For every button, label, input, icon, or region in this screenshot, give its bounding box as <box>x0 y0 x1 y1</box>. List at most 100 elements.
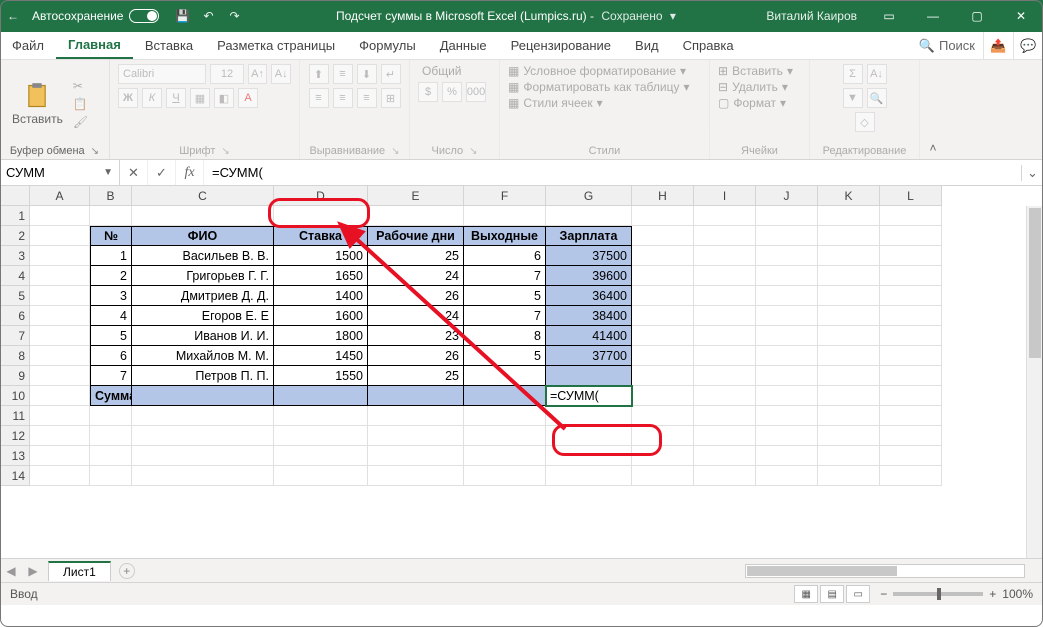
align-center-icon[interactable]: ≡ <box>333 88 353 108</box>
format-painter-button[interactable]: 🖌 <box>73 115 88 129</box>
collapse-ribbon-icon[interactable]: ˄ <box>920 60 946 159</box>
cell[interactable] <box>30 366 90 386</box>
cell[interactable]: 5 <box>464 346 546 366</box>
row-header[interactable]: 13 <box>0 446 30 466</box>
cell[interactable] <box>880 366 942 386</box>
cell[interactable]: Егоров Е. Е <box>132 306 274 326</box>
cell[interactable] <box>818 446 880 466</box>
cell[interactable] <box>464 206 546 226</box>
sheet-nav-next-icon[interactable]: ▶ <box>22 564 44 578</box>
cell[interactable] <box>632 226 694 246</box>
cell[interactable]: =СУММ( <box>546 386 632 406</box>
cell[interactable] <box>880 286 942 306</box>
cell[interactable] <box>274 206 368 226</box>
cell[interactable] <box>756 386 818 406</box>
autosum-icon[interactable]: Σ <box>843 64 863 84</box>
as-table-button[interactable]: Форматировать как таблицу <box>523 80 679 94</box>
paste-button[interactable]: Вставить <box>8 80 67 128</box>
cell[interactable]: 24 <box>368 306 464 326</box>
expand-formula-bar-icon[interactable]: ⌄ <box>1021 165 1043 181</box>
cell[interactable]: 37500 <box>546 246 632 266</box>
name-box[interactable]: СУММ ▼ <box>0 160 120 185</box>
cell[interactable] <box>756 286 818 306</box>
cell[interactable]: 1450 <box>274 346 368 366</box>
cell[interactable] <box>818 286 880 306</box>
cond-format-button[interactable]: Условное форматирование <box>523 64 676 78</box>
tab-review[interactable]: Рецензирование <box>499 32 623 59</box>
cell[interactable] <box>756 406 818 426</box>
cell[interactable] <box>546 206 632 226</box>
row-header[interactable]: 1 <box>0 206 30 226</box>
cell[interactable] <box>818 206 880 226</box>
horizontal-scrollbar[interactable] <box>745 564 1025 578</box>
cell[interactable] <box>632 466 694 486</box>
fill-icon[interactable]: ▼ <box>843 88 863 108</box>
tab-help[interactable]: Справка <box>671 32 746 59</box>
cell[interactable]: 36400 <box>546 286 632 306</box>
cell[interactable] <box>880 446 942 466</box>
redo-icon[interactable]: ↷ <box>223 9 245 23</box>
zoom-in-icon[interactable]: + <box>989 587 996 601</box>
share-button[interactable]: 📤 <box>983 32 1013 59</box>
cell[interactable] <box>274 426 368 446</box>
vertical-scrollbar[interactable] <box>1026 206 1043 558</box>
row-header[interactable]: 3 <box>0 246 30 266</box>
row-header[interactable]: 10 <box>0 386 30 406</box>
row-header[interactable]: 7 <box>0 326 30 346</box>
cell[interactable]: 5 <box>90 326 132 346</box>
cell[interactable]: 1 <box>90 246 132 266</box>
font-launcher-icon[interactable]: ↘ <box>221 146 229 157</box>
clear-icon[interactable]: ◇ <box>855 112 875 132</box>
cell[interactable] <box>632 346 694 366</box>
cell[interactable] <box>30 446 90 466</box>
cell[interactable] <box>880 226 942 246</box>
copy-button[interactable]: 📋 <box>73 97 88 111</box>
cell[interactable] <box>368 466 464 486</box>
col-header[interactable]: I <box>694 186 756 206</box>
cell[interactable] <box>632 306 694 326</box>
cell[interactable] <box>818 306 880 326</box>
cell[interactable] <box>880 246 942 266</box>
cell[interactable] <box>30 266 90 286</box>
cell[interactable]: Зарплата <box>546 226 632 246</box>
cell[interactable] <box>756 266 818 286</box>
bold-button[interactable]: Ж <box>118 88 138 108</box>
border-button[interactable]: ▦ <box>190 88 210 108</box>
cell[interactable] <box>368 406 464 426</box>
col-header[interactable]: B <box>90 186 132 206</box>
col-header[interactable]: K <box>818 186 880 206</box>
cell[interactable] <box>756 306 818 326</box>
italic-button[interactable]: К <box>142 88 162 108</box>
cell[interactable] <box>632 406 694 426</box>
align-launcher-icon[interactable]: ↘ <box>391 146 399 157</box>
align-bottom-icon[interactable]: ⬇ <box>357 64 377 84</box>
cell[interactable] <box>632 446 694 466</box>
cell[interactable]: 38400 <box>546 306 632 326</box>
cell[interactable] <box>756 246 818 266</box>
comments-button[interactable]: 💬 <box>1013 32 1043 59</box>
cell[interactable]: 7 <box>464 306 546 326</box>
cell[interactable]: 39600 <box>546 266 632 286</box>
cell[interactable] <box>546 366 632 386</box>
cell[interactable] <box>694 246 756 266</box>
confirm-formula-button[interactable]: ✓ <box>148 160 176 185</box>
cell[interactable] <box>756 466 818 486</box>
cell[interactable] <box>694 326 756 346</box>
cell[interactable] <box>132 386 274 406</box>
cell[interactable]: 3 <box>90 286 132 306</box>
underline-button[interactable]: Ч <box>166 88 186 108</box>
cell[interactable] <box>756 346 818 366</box>
cell[interactable] <box>368 446 464 466</box>
cell[interactable] <box>274 406 368 426</box>
align-left-icon[interactable]: ≡ <box>309 88 329 108</box>
cell[interactable]: 23 <box>368 326 464 346</box>
cell[interactable]: № <box>90 226 132 246</box>
cell[interactable]: Дмитриев Д. Д. <box>132 286 274 306</box>
cell[interactable] <box>818 246 880 266</box>
cell[interactable]: 6 <box>90 346 132 366</box>
row-header[interactable]: 11 <box>0 406 30 426</box>
increase-font-icon[interactable]: A↑ <box>248 64 268 84</box>
zoom-out-icon[interactable]: − <box>880 587 887 601</box>
cell[interactable]: 1400 <box>274 286 368 306</box>
cell[interactable] <box>880 466 942 486</box>
